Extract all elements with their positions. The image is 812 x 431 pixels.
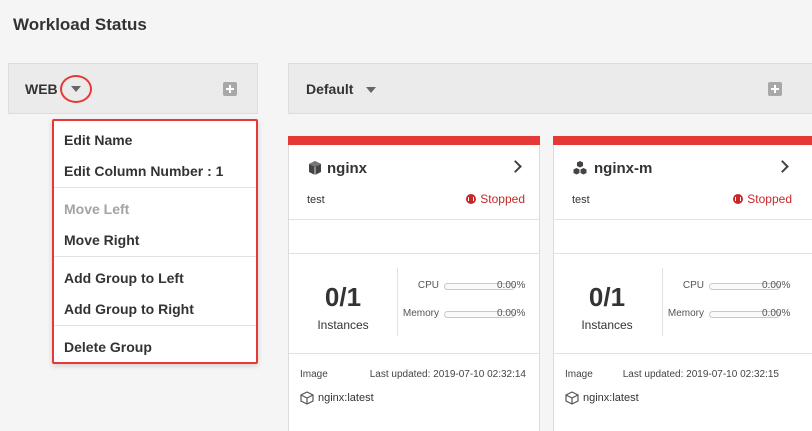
pause-icon bbox=[466, 194, 477, 204]
status-text: Stopped bbox=[480, 192, 525, 206]
caret-down-icon bbox=[71, 86, 81, 92]
last-updated: Last updated: 2019-07-10 02:32:15 bbox=[622, 369, 779, 380]
image-name: nginx:latest bbox=[318, 392, 374, 404]
menu-item-add-group-right[interactable]: Add Group to Right bbox=[64, 301, 194, 317]
group-menu-toggle[interactable] bbox=[355, 76, 387, 104]
cpu-value: 0.00% bbox=[762, 280, 791, 291]
menu-item-edit-name[interactable]: Edit Name bbox=[64, 132, 132, 148]
instances-count: 0/1 bbox=[324, 282, 362, 312]
status-badge: Stopped bbox=[466, 192, 525, 206]
add-workload-plus-icon[interactable] bbox=[223, 82, 237, 96]
menu-divider bbox=[54, 325, 256, 326]
group-context-menu: Edit Name Edit Column Number : 1 Move Le… bbox=[52, 119, 258, 364]
chevron-right-icon[interactable] bbox=[509, 160, 522, 173]
instances-count: 0/1 bbox=[588, 282, 626, 312]
status-text: Stopped bbox=[747, 192, 792, 206]
group-header-default: Default bbox=[288, 63, 812, 114]
group-header-web: WEB bbox=[8, 63, 258, 114]
divider bbox=[554, 219, 812, 220]
divider bbox=[554, 253, 812, 254]
menu-item-move-left[interactable]: Move Left bbox=[64, 201, 129, 217]
instances-label: Instances bbox=[317, 318, 369, 332]
memory-value: 0.00% bbox=[497, 308, 526, 319]
status-bar bbox=[288, 136, 540, 145]
image-label: Image bbox=[300, 369, 328, 380]
memory-value: 0.00% bbox=[762, 308, 791, 319]
image-name: nginx:latest bbox=[583, 392, 639, 404]
status-bar bbox=[553, 136, 812, 145]
instances-label: Instances bbox=[581, 318, 633, 332]
image-box-icon bbox=[565, 391, 579, 405]
menu-item-add-group-left[interactable]: Add Group to Left bbox=[64, 270, 184, 286]
workload-description: test bbox=[307, 194, 325, 206]
workload-card: nginx test Stopped 0/1 Instances CPU 0.0… bbox=[288, 136, 540, 431]
divider bbox=[662, 268, 663, 336]
workload-name[interactable]: nginx bbox=[327, 160, 367, 177]
cpu-label: CPU bbox=[417, 280, 439, 291]
workload-card: nginx-m test Stopped 0/1 Instances CPU 0… bbox=[553, 136, 812, 431]
cpu-value: 0.00% bbox=[497, 280, 526, 291]
menu-item-delete-group[interactable]: Delete Group bbox=[64, 339, 152, 355]
divider bbox=[289, 253, 539, 254]
menu-item-edit-column-number[interactable]: Edit Column Number : 1 bbox=[64, 163, 223, 179]
cpu-label: CPU bbox=[682, 280, 704, 291]
workload-name[interactable]: nginx-m bbox=[594, 160, 652, 177]
last-updated: Last updated: 2019-07-10 02:32:14 bbox=[369, 369, 526, 380]
divider bbox=[289, 219, 539, 220]
caret-down-icon bbox=[366, 87, 376, 93]
menu-item-move-right[interactable]: Move Right bbox=[64, 232, 139, 248]
chevron-right-icon[interactable] bbox=[776, 160, 789, 173]
divider bbox=[397, 268, 398, 336]
group-name: Default bbox=[306, 81, 354, 97]
pause-icon bbox=[733, 194, 744, 204]
menu-divider bbox=[54, 187, 256, 188]
memory-label: Memory bbox=[667, 308, 704, 319]
cubes-icon bbox=[573, 161, 587, 175]
status-badge: Stopped bbox=[733, 192, 792, 206]
workload-description: test bbox=[572, 194, 590, 206]
image-label: Image bbox=[565, 369, 593, 380]
image-box-icon bbox=[300, 391, 314, 405]
page-title: Workload Status bbox=[13, 15, 147, 34]
cube-icon bbox=[309, 161, 321, 175]
divider bbox=[289, 353, 539, 354]
add-workload-plus-icon[interactable] bbox=[768, 82, 782, 96]
memory-label: Memory bbox=[402, 308, 439, 319]
group-name: WEB bbox=[25, 81, 58, 97]
menu-divider bbox=[54, 256, 256, 257]
group-menu-toggle[interactable] bbox=[60, 75, 92, 103]
divider bbox=[554, 353, 812, 354]
